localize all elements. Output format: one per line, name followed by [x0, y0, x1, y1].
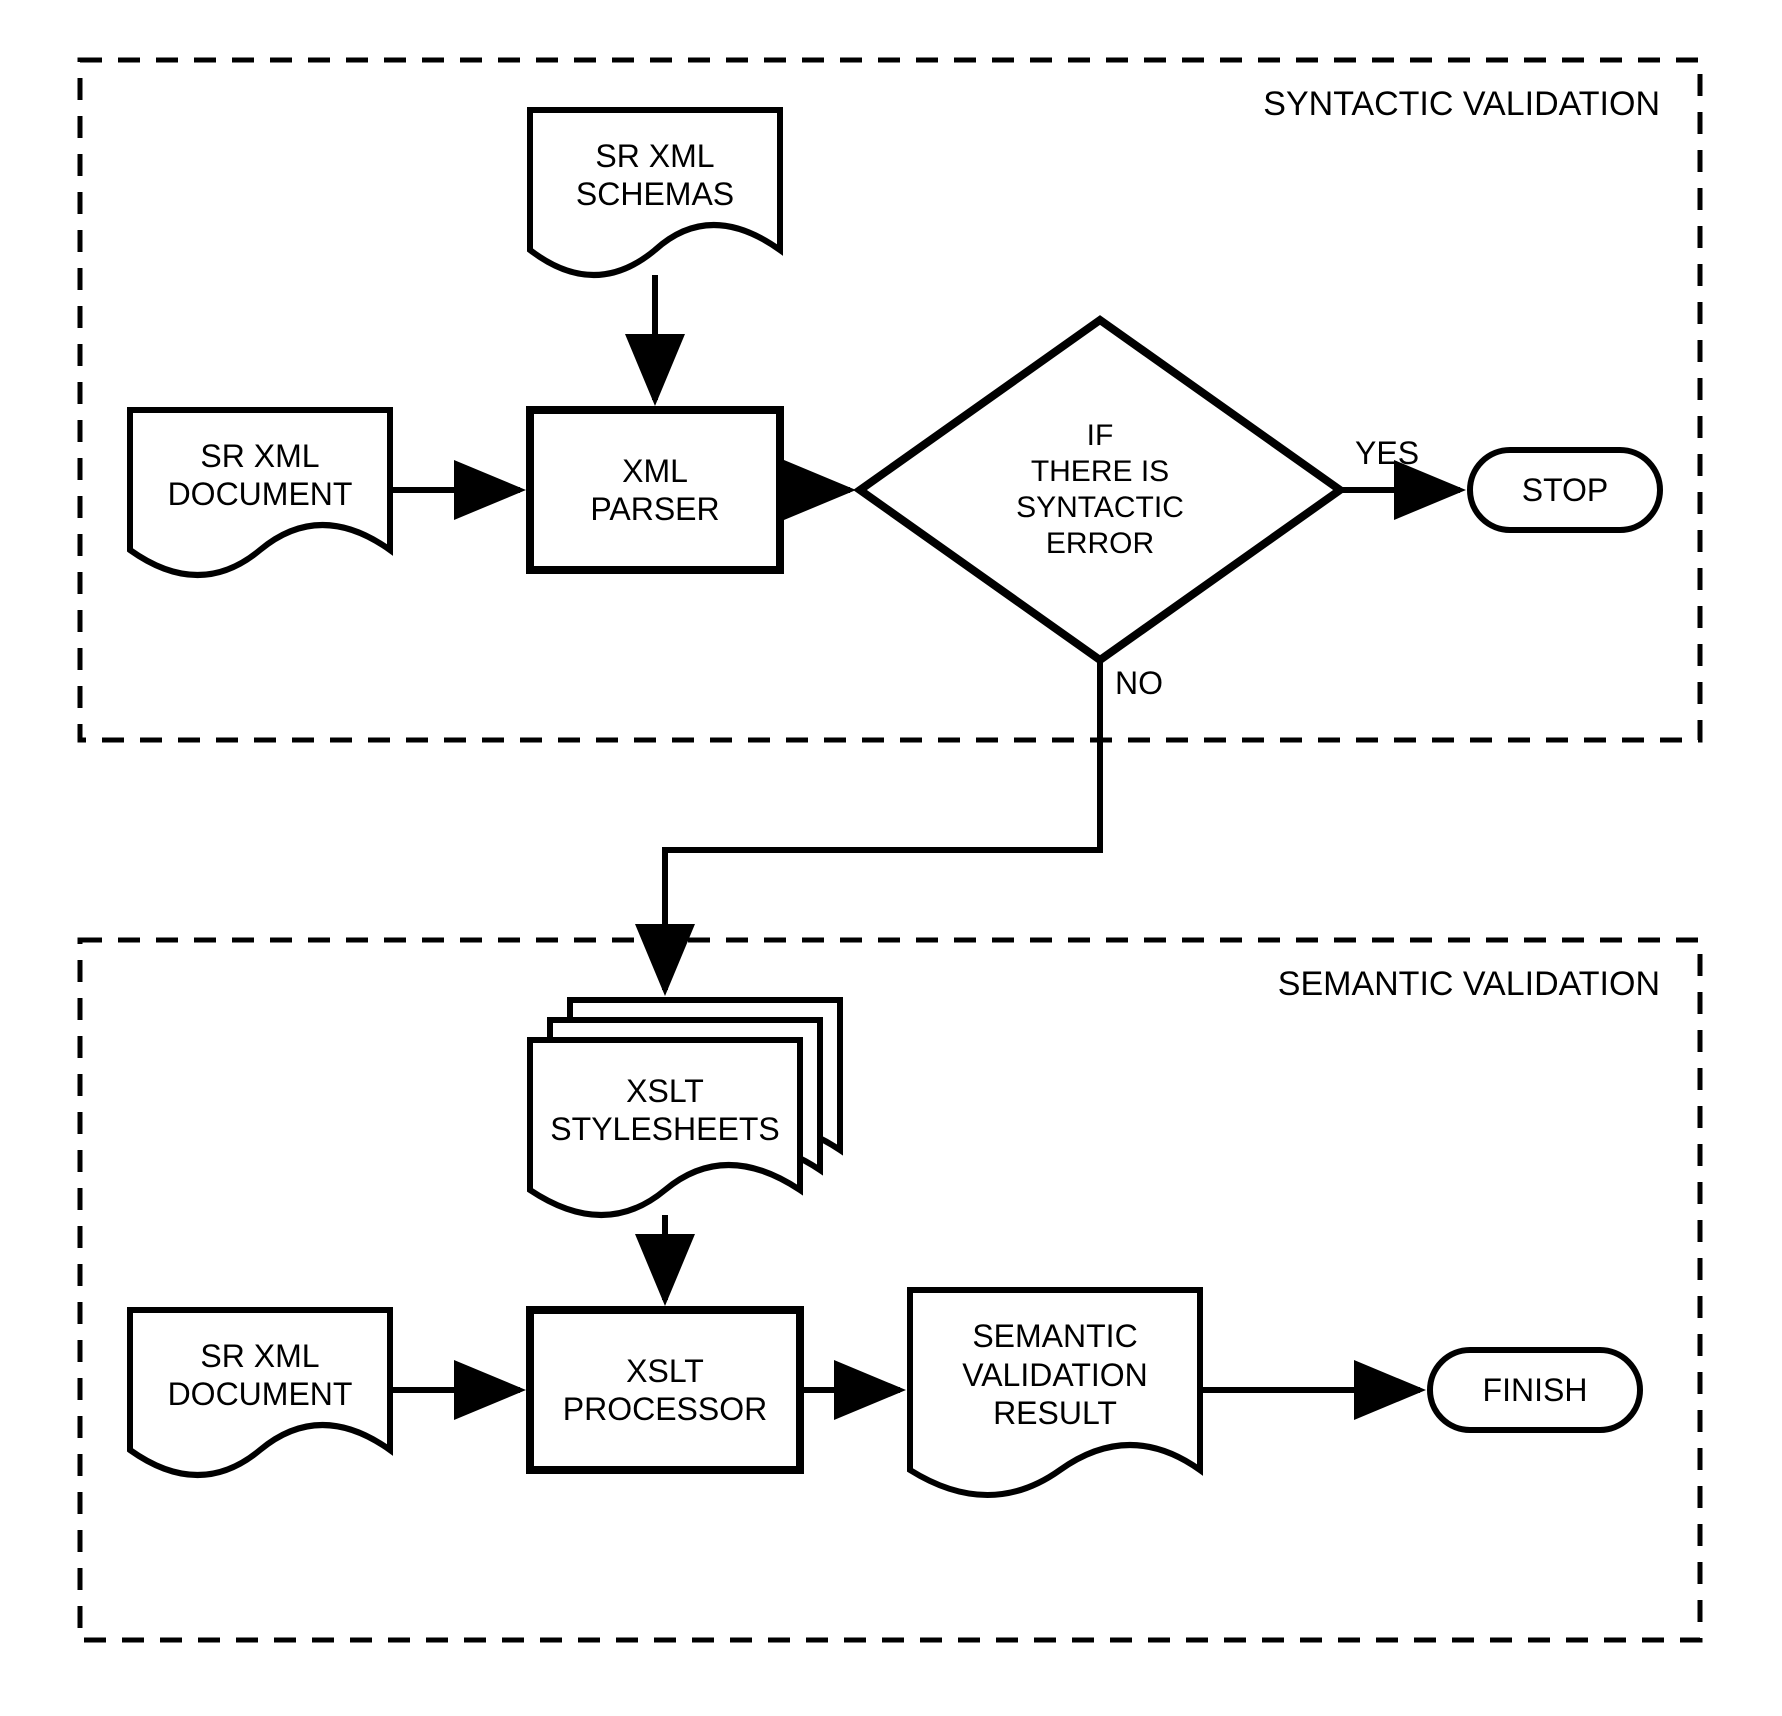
schemas-text: SR XMLSCHEMAS: [530, 120, 780, 230]
stop-text: STOP: [1470, 450, 1660, 530]
decision-text: IFTHERE ISSYNTACTICERROR: [940, 380, 1260, 600]
stylesheets-text: XSLTSTYLESHEETS: [530, 1050, 800, 1170]
processor-text: XSLTPROCESSOR: [530, 1310, 800, 1470]
result-text: SEMANTICVALIDATIONRESULT: [910, 1300, 1200, 1450]
yes-label: YES: [1355, 435, 1419, 472]
doc2-text: SR XMLDOCUMENT: [130, 1320, 390, 1430]
semantic-section-box: [80, 940, 1700, 1640]
syntactic-section-box: [80, 60, 1700, 740]
doc1-text: SR XMLDOCUMENT: [130, 420, 390, 530]
no-label: NO: [1115, 665, 1163, 702]
parser-text: XMLPARSER: [530, 410, 780, 570]
syntactic-validation-label: SYNTACTIC VALIDATION: [1263, 85, 1660, 124]
flowchart-container: SYNTACTIC VALIDATION SEMANTIC VALIDATION…: [40, 40, 1740, 1680]
semantic-validation-label: SEMANTIC VALIDATION: [1278, 965, 1660, 1004]
flowchart-svg: [40, 40, 1740, 1680]
finish-text: FINISH: [1430, 1350, 1640, 1430]
